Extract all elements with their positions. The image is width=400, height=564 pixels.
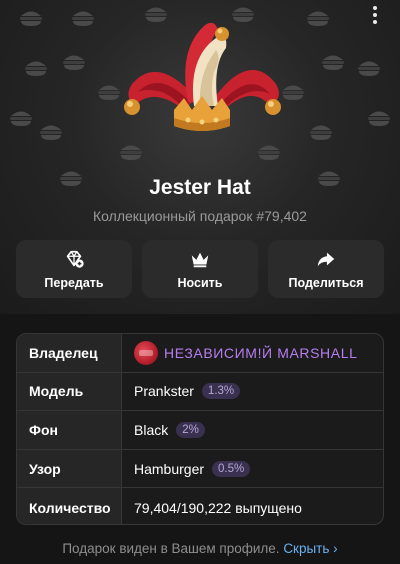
owner-name-link[interactable]: НЕЗАВИСИМ!Й MARSHALL <box>164 345 357 361</box>
hamburger-pattern-icon <box>10 111 32 126</box>
backdrop-key: Фон <box>17 411 122 449</box>
model-rarity-badge[interactable]: 1.3% <box>201 383 241 400</box>
jester-hat-image <box>124 22 281 131</box>
quantity-value-cell: 79,404/190,222 выпущено <box>122 488 383 524</box>
backdrop-rarity-badge[interactable]: 2% <box>176 421 205 438</box>
hamburger-pattern-icon <box>63 55 85 70</box>
transfer-button[interactable]: Передать <box>16 240 132 298</box>
transfer-label: Передать <box>44 276 104 290</box>
hamburger-pattern-icon <box>20 11 42 26</box>
gift-transfer-icon <box>66 250 84 268</box>
hamburger-pattern-icon <box>72 11 94 26</box>
model-value: Prankster <box>134 383 194 400</box>
owner-row: Владелец НЕЗАВИСИМ!Й MARSHALL <box>17 334 383 373</box>
hamburger-pattern-icon <box>307 11 329 26</box>
model-value-cell: Prankster 1.3% <box>122 373 383 411</box>
hamburger-pattern-icon <box>40 125 62 140</box>
hamburger-pattern-icon <box>358 61 380 76</box>
wear-label: Носить <box>177 276 223 290</box>
pattern-rarity-badge[interactable]: 0.5% <box>212 460 251 477</box>
backdrop-row: Фон Black 2% <box>17 411 383 450</box>
owner-key: Владелец <box>17 334 122 372</box>
gift-info-table: Владелец НЕЗАВИСИМ!Й MARSHALL Модель Pra… <box>16 333 384 525</box>
hamburger-pattern-icon <box>310 125 332 140</box>
avatar[interactable] <box>134 340 158 365</box>
quantity-key: Количество <box>17 488 122 524</box>
gift-subtitle: Коллекционный подарок #79,402 <box>93 208 307 224</box>
pattern-value: Hamburger <box>134 460 205 477</box>
action-bar: Передать Носить Поделиться <box>16 240 384 298</box>
backdrop-value: Black <box>134 421 169 438</box>
hamburger-pattern-icon <box>25 61 47 76</box>
more-vertical-icon[interactable] <box>366 4 384 26</box>
hamburger-pattern-icon <box>258 145 280 160</box>
hamburger-pattern-icon <box>120 145 142 160</box>
pattern-key: Узор <box>17 449 122 488</box>
share-arrow-icon <box>317 252 335 267</box>
quantity-row: Количество 79,404/190,222 выпущено <box>17 488 383 524</box>
footer-text: Подарок виден в Вашем профиле. <box>62 541 280 556</box>
share-button[interactable]: Поделиться <box>268 240 384 298</box>
gift-title: Jester Hat <box>149 176 251 199</box>
crown-icon <box>191 252 209 268</box>
share-label: Поделиться <box>288 276 364 290</box>
model-key: Модель <box>17 372 122 411</box>
gift-hero: Jester Hat Коллекционный подарок #79,402… <box>0 0 400 314</box>
quantity-value: 79,404/190,222 выпущено <box>134 499 302 516</box>
hamburger-pattern-icon <box>322 55 344 70</box>
hamburger-pattern-icon <box>98 85 120 100</box>
owner-value[interactable]: НЕЗАВИСИМ!Й MARSHALL <box>122 334 383 372</box>
hamburger-pattern-icon <box>368 111 390 126</box>
visibility-footer: Подарок виден в Вашем профиле. Скрыть › <box>0 541 400 556</box>
pattern-value-cell: Hamburger 0.5% <box>122 450 383 488</box>
model-row: Модель Prankster 1.3% <box>17 372 383 412</box>
hide-link[interactable]: Скрыть › <box>283 541 337 556</box>
wear-button[interactable]: Носить <box>142 240 258 298</box>
backdrop-value-cell: Black 2% <box>122 411 383 449</box>
pattern-row: Узор Hamburger 0.5% <box>17 449 383 489</box>
